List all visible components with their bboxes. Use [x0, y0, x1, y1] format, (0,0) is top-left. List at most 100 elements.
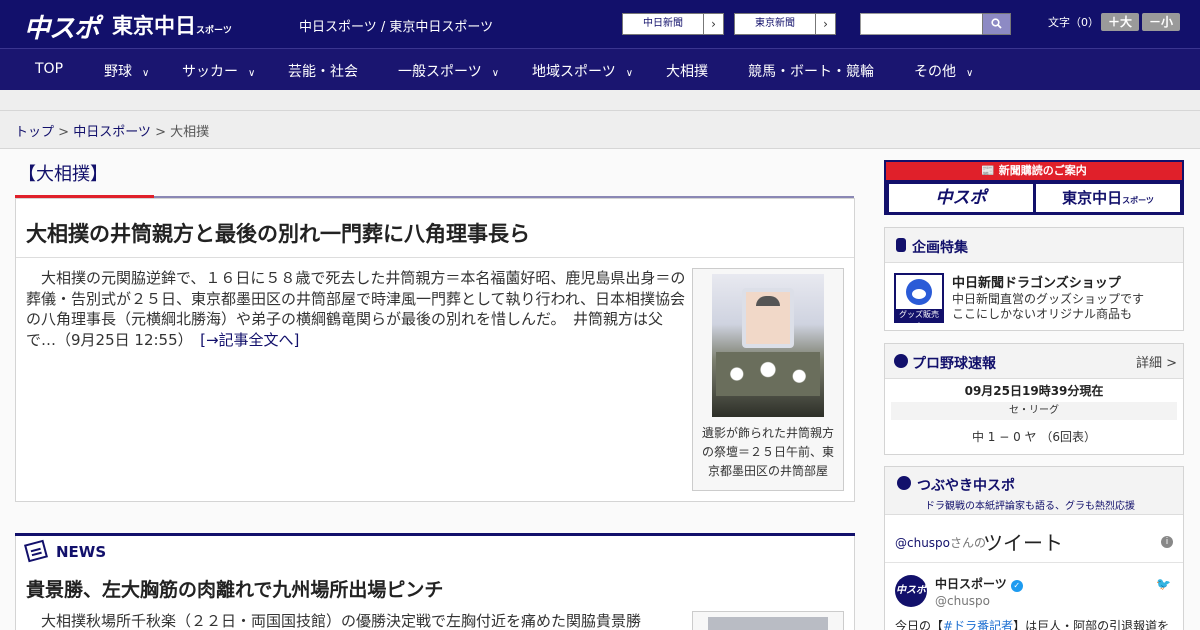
subscription-heading-text: 新聞購読のご案内 — [998, 164, 1087, 177]
breadcrumb-top[interactable]: トップ — [15, 125, 54, 140]
search-icon — [991, 18, 1002, 29]
tweets-subtitle: ドラ観戦の本紙評論家も語る、グラも熱烈応援 — [925, 501, 1135, 512]
baseball-score-card: プロ野球速報 詳細 > 09月25日19時39分現在 セ・リーグ 中 1 − 0… — [884, 343, 1184, 455]
nav-item-top[interactable]: TOP — [35, 61, 63, 77]
tweet-icon — [897, 476, 911, 490]
tokyo-shimbun-button[interactable]: 東京新聞 › — [734, 13, 836, 35]
article-body-text: 大相撲の元関脇逆鉾で、１６日に５８歳で死去した井筒親方＝本名福薗好昭、鹿児島県出… — [26, 269, 686, 349]
news-headline[interactable]: 貴景勝、左大胸筋の肉離れで九州場所出場ピンチ — [26, 575, 443, 602]
portrait-image — [742, 288, 794, 348]
font-smaller-button[interactable]: －小 — [1142, 13, 1180, 31]
subscription-banner[interactable]: 📰 新聞購読のご案内 中スポ 東京中日スポーツ — [884, 160, 1184, 215]
nav-item-general-sports[interactable]: 一般スポーツ ∨ — [398, 61, 499, 81]
breadcrumb-separator: > — [54, 125, 74, 140]
tweet-text: 今日の【#ドラ番記者】は巨人・阿部の引退報道を — [895, 617, 1169, 630]
news-label: NEWS — [56, 543, 107, 561]
search-input[interactable] — [860, 13, 983, 35]
chevron-right-icon: › — [815, 14, 835, 34]
baseball-detail-link[interactable]: 詳細 > — [1136, 352, 1177, 371]
avatar[interactable]: 中スポ — [895, 575, 927, 607]
nav-item-local-sports[interactable]: 地域スポーツ ∨ — [532, 61, 633, 81]
nav-label: その他 — [914, 64, 956, 80]
dragons-shop-link[interactable]: 中日新聞ドラゴンズショップ — [952, 272, 1121, 291]
baseball-score-header: プロ野球速報 詳細 > — [885, 344, 1183, 379]
nav-label: サッカー — [182, 64, 238, 80]
shop-desc-line: ここにしかないオリジナル商品も — [952, 307, 1133, 321]
top-header: 中スポ 東京中日スポーツ 中日スポーツ / 東京中日スポーツ 中日新聞 › 東京… — [0, 0, 1200, 48]
nav-item-sumo[interactable]: 大相撲 — [666, 61, 708, 81]
nav-label: 大相撲 — [666, 64, 708, 80]
nav-item-racing[interactable]: 競馬・ボート・競輪 — [748, 61, 874, 81]
game-score[interactable]: 中 1 − 0 ヤ （6回表） — [885, 428, 1183, 445]
chevron-down-icon: ∨ — [248, 68, 256, 79]
baseball-icon — [894, 354, 908, 368]
nav-label: 野球 — [104, 64, 132, 80]
breadcrumb-separator: > — [150, 125, 171, 140]
baseball-score-title: プロ野球速報 — [912, 356, 996, 372]
tokyo-chunichi-logo[interactable]: 東京中日スポーツ — [112, 10, 232, 40]
chunichi-shimbun-label: 中日新聞 — [643, 18, 683, 29]
divider — [16, 257, 854, 258]
site-links[interactable]: 中日スポーツ / 東京中日スポーツ — [299, 16, 493, 35]
chunichi-shimbun-button[interactable]: 中日新聞 › — [622, 13, 724, 35]
verified-icon: ✓ — [1010, 580, 1023, 592]
nav-label: 芸能・社会 — [288, 64, 358, 80]
subscribe-tokyo-logo[interactable]: 東京中日スポーツ — [1036, 184, 1180, 212]
search-button[interactable] — [982, 13, 1011, 35]
nav-label: 地域スポーツ — [532, 64, 616, 80]
league-label: セ・リーグ — [891, 402, 1177, 420]
article-headline[interactable]: 大相撲の井筒親方と最後の別れ一門葬に八角理事長ら — [26, 218, 530, 248]
subscribe-tokyo-text: 東京中日 — [1062, 189, 1123, 207]
special-feature-title: 企画特集 — [912, 240, 968, 256]
score-timestamp: 09月25日19時39分現在 — [964, 384, 1104, 398]
chuspo-logo[interactable]: 中スポ — [24, 8, 100, 45]
shop-tag: グッズ販売中 — [896, 309, 942, 331]
chevron-down-icon: ∨ — [966, 68, 974, 79]
subscribe-tokyo-suffix: スポーツ — [1122, 196, 1154, 205]
main-nav: TOP 野球 ∨ サッカー ∨ 芸能・社会 一般スポーツ ∨ 地域スポーツ ∨ 大相撲 … — [0, 48, 1200, 90]
font-bigger-button[interactable]: ＋大 — [1101, 13, 1139, 31]
twitter-bird-icon[interactable]: 🐦 — [1156, 577, 1171, 591]
nav-item-baseball[interactable]: 野球 ∨ — [104, 61, 149, 81]
chevron-right-icon: › — [703, 14, 723, 34]
nav-item-entertainment[interactable]: 芸能・社会 — [288, 61, 358, 81]
tweets-header: つぶやき中スポ ドラ観戦の本紙評論家も語る、グラも熱烈応援 — [885, 467, 1183, 515]
nav-item-others[interactable]: その他 ∨ — [914, 61, 973, 81]
article-photo[interactable] — [712, 274, 824, 417]
tweets-title: つぶやき中スポ — [917, 478, 1015, 494]
handle-text: @chuspo — [895, 536, 951, 550]
tweets-handle[interactable]: @chuspoさんの — [895, 534, 986, 551]
tweets-widget-header: @chuspoさんの ツイート i — [885, 519, 1183, 563]
chevron-down-icon: ∨ — [491, 68, 500, 79]
shop-desc-line: 中日新聞直営のグッズショップです — [952, 292, 1145, 306]
special-feature-card: 企画特集 グッズ販売中 中日新聞ドラゴンズショップ 中日新聞直営のグッズショップ… — [884, 227, 1184, 331]
tokyo-logo-suffix: スポーツ — [196, 26, 232, 36]
news-summary: 大相撲秋場所千秋楽（２２日・両国国技館）の優勝決定戦で左胸付近を痛めた関脇貴景勝 — [26, 612, 642, 630]
section-title: 【大相撲】 — [18, 164, 108, 185]
spacer-strip — [0, 90, 1200, 111]
breadcrumb-current: 大相撲 — [170, 125, 210, 140]
nav-item-soccer[interactable]: サッカー ∨ — [182, 61, 255, 81]
tweet-text-before: 今日の【 — [895, 619, 944, 630]
info-icon[interactable]: i — [1161, 536, 1173, 548]
tokyo-logo-text: 東京中日 — [112, 14, 196, 38]
breadcrumb-chuspo[interactable]: 中日スポーツ — [73, 125, 151, 140]
nav-label: 競馬・ボート・競輪 — [748, 64, 874, 80]
special-feature-header: 企画特集 — [885, 228, 1183, 263]
subscribe-chuspo-logo[interactable]: 中スポ — [889, 184, 1033, 212]
tweet-account-name[interactable]: 中日スポーツ ✓ — [935, 575, 1023, 592]
news-thumbnail[interactable] — [692, 611, 844, 630]
tweet-text-after: 】は巨人・阿部の引退報道を — [1013, 619, 1170, 630]
dragons-shop-description: 中日新聞直営のグッズショップです ここにしかないオリジナル商品も — [952, 292, 1144, 322]
font-size-label: 文字（0） — [1048, 16, 1099, 29]
breadcrumb: トップ > 中日スポーツ > 大相撲 — [0, 111, 1200, 149]
mascot-image — [906, 279, 932, 305]
tweet-hashtag[interactable]: #ドラ番記者 — [943, 619, 1013, 630]
dragons-shop-thumbnail[interactable]: グッズ販売中 — [894, 273, 944, 331]
handle-suffix: さんの — [950, 536, 987, 550]
tokyo-shimbun-label: 東京新聞 — [755, 18, 795, 29]
tweet-account-id[interactable]: @chuspo — [935, 594, 990, 608]
read-more-link[interactable]: [→記事全文へ] — [200, 331, 299, 349]
tweets-card: つぶやき中スポ ドラ観戦の本紙評論家も語る、グラも熱烈応援 @chuspoさんの… — [884, 466, 1184, 630]
nav-label: TOP — [35, 61, 64, 77]
